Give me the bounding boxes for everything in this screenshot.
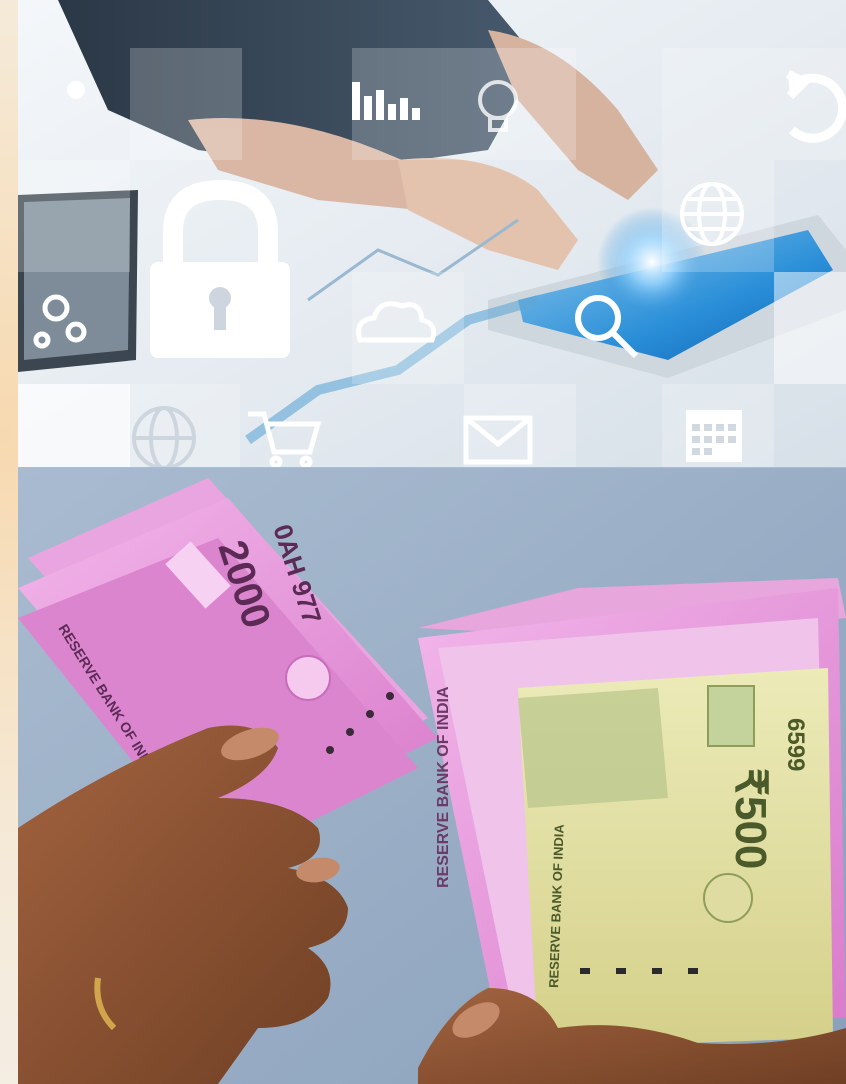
- currency-scene: 0AH 977 2000 RESERVE BANK OF INDIA ₹500 …: [18, 468, 846, 1084]
- currency-notes-photo: 0AH 977 2000 RESERVE BANK OF INDIA ₹500 …: [18, 468, 846, 1084]
- security-tech-photo: [18, 0, 846, 468]
- right-note-denomination: ₹500: [726, 768, 775, 869]
- right-note-bank: RESERVE BANK OF INDIA: [435, 686, 452, 888]
- right-note-serial: 6599: [782, 718, 809, 771]
- calendar-icon: [686, 410, 742, 462]
- tech-scene: [18, 0, 846, 468]
